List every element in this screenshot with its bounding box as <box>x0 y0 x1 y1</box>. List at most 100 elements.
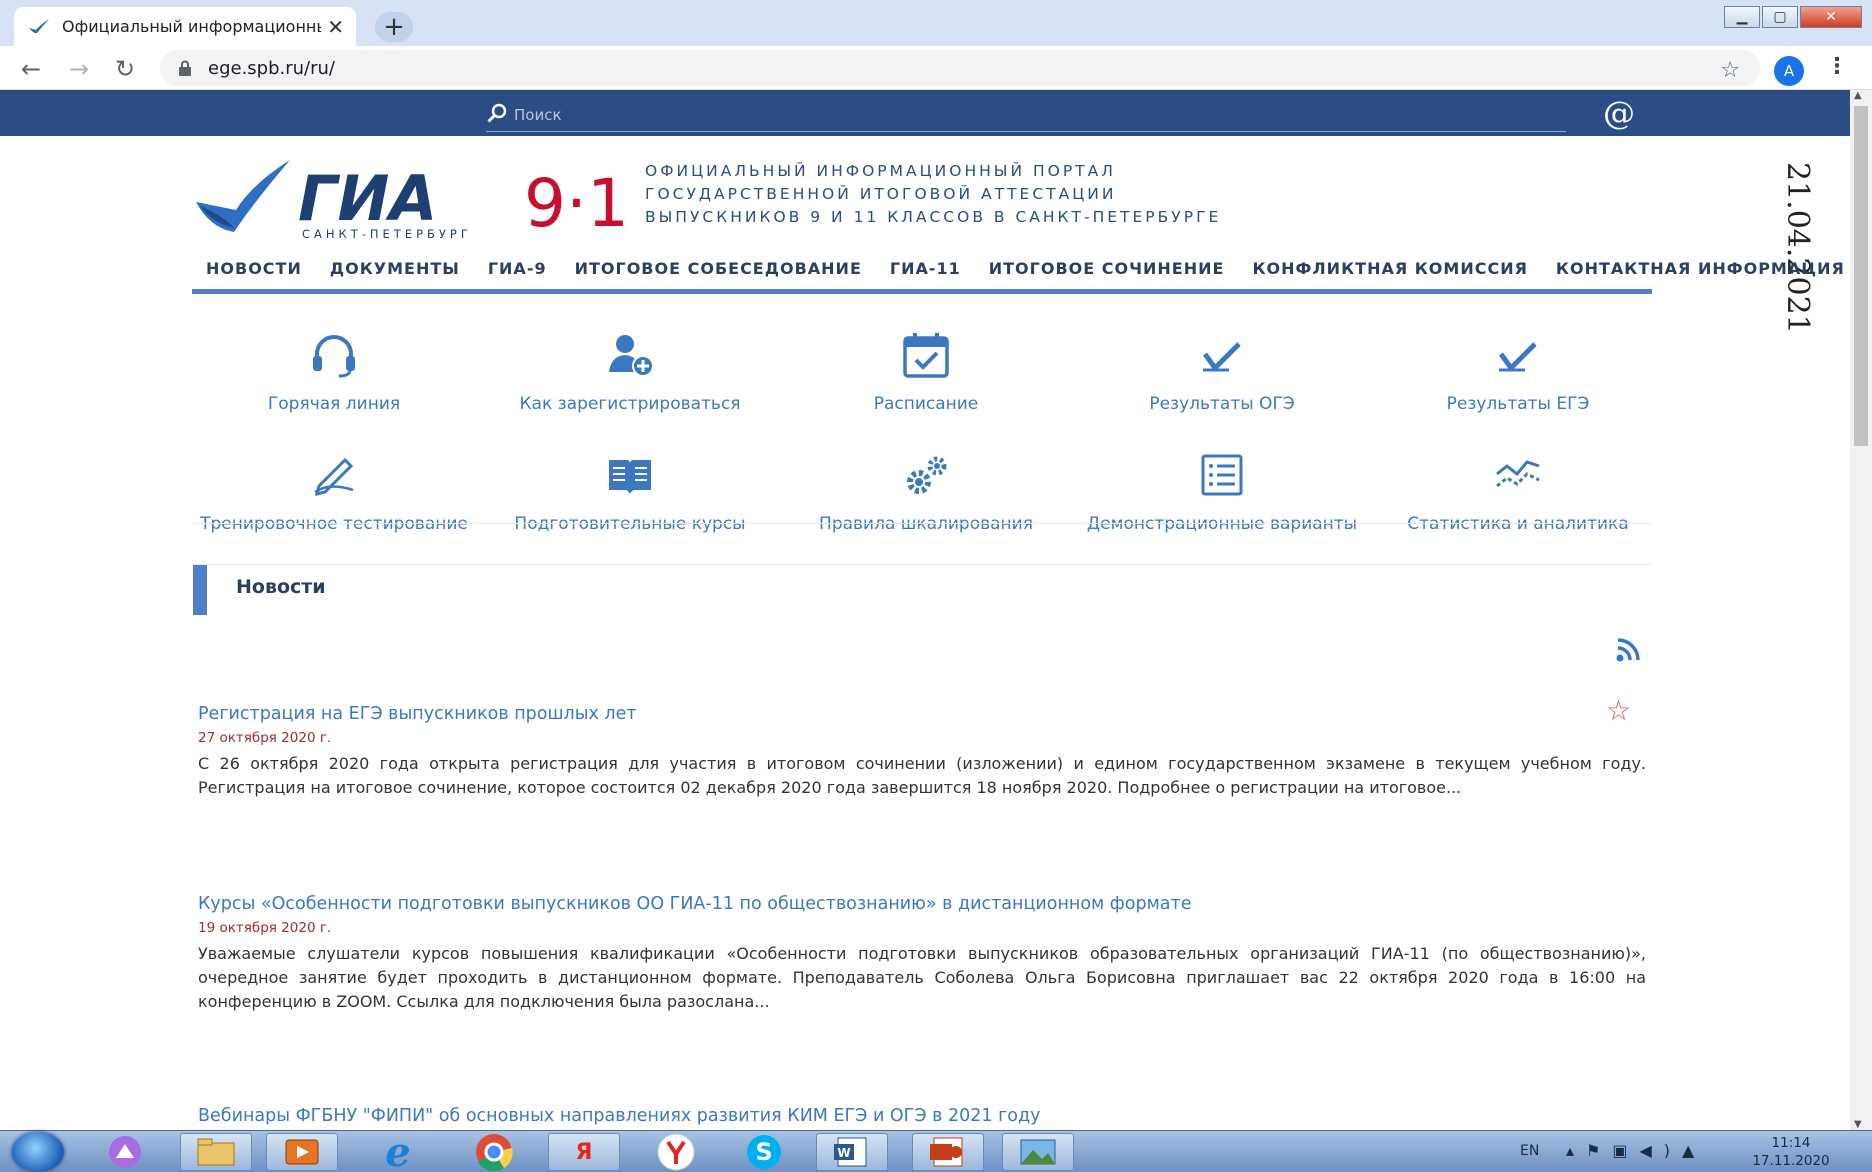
new-tab-button[interactable]: + <box>375 12 413 42</box>
chrome-icon[interactable] <box>458 1133 530 1172</box>
site-favicon-icon <box>26 14 52 40</box>
minimize-button[interactable]: ▁ <box>1724 6 1760 28</box>
news-heading-accent <box>193 564 207 615</box>
site-search <box>486 98 1566 132</box>
clock-time: 11:14 <box>1771 1135 1811 1151</box>
site-logo[interactable]: ГИА 9·11 САНКТ-ПЕТЕРБУРГ <box>194 154 671 244</box>
date-stamp: 21.04.2021 <box>1780 162 1815 334</box>
quick-link-hotline[interactable]: Горячая линия <box>186 330 482 414</box>
news-item: Курсы «Особенности подготовки выпускнико… <box>198 894 1646 1014</box>
quick-link-registration[interactable]: Как зарегистрироваться <box>482 330 778 414</box>
bookmark-star-icon[interactable]: ☆ <box>1720 58 1740 83</box>
word-icon[interactable]: W <box>816 1133 888 1171</box>
url-text: ege.spb.ru/ru/ <box>208 57 335 79</box>
quick-link-label: Подготовительные курсы <box>514 514 746 534</box>
page-viewport: @ ГИА 9·11 САНКТ-ПЕТЕРБУРГ ОФИЦИАЛЬНЫЙ И… <box>0 90 1850 1130</box>
news-title-link[interactable]: Курсы «Особенности подготовки выпускнико… <box>198 894 1646 914</box>
portal-title-line: ВЫПУСКНИКОВ 9 И 11 КЛАССОВ В САНКТ-ПЕТЕР… <box>645 208 1222 226</box>
checkmark-icon <box>1370 330 1666 380</box>
scroll-down-arrow-icon[interactable]: ▼ <box>1854 1119 1862 1130</box>
svg-text:S: S <box>755 1138 772 1166</box>
yandex-letter: Я <box>575 1139 593 1165</box>
scrollbar-thumb[interactable] <box>1854 106 1868 446</box>
quick-link-label: Тренировочное тестирование <box>200 514 468 534</box>
svg-text:W: W <box>837 1146 850 1160</box>
quick-link-oge-results[interactable]: Результаты ОГЭ <box>1074 330 1370 414</box>
system-tray-icons[interactable]: ▴⚑▣◀)▲ <box>1566 1141 1706 1160</box>
skype-icon[interactable]: S <box>728 1133 800 1171</box>
quick-link-ege-results[interactable]: Результаты ЕГЭ <box>1370 330 1666 414</box>
user-add-icon <box>482 330 778 380</box>
logo-main-text: ГИА <box>298 162 437 235</box>
logo-city-text: САНКТ-ПЕТЕРБУРГ <box>302 227 472 241</box>
windows-taskbar: e Я S W EN ▴⚑▣◀)▲ 11:14 17.11.2020 <box>0 1129 1872 1172</box>
quick-link-label: Как зарегистрироваться <box>519 394 741 414</box>
news-item: Регистрация на ЕГЭ выпускников прошлых л… <box>198 704 1646 800</box>
tab-close-icon[interactable]: ✕ <box>327 15 344 39</box>
divider <box>193 564 1651 565</box>
nav-gia-11[interactable]: ГИА-11 <box>876 254 975 289</box>
document-list-icon <box>1074 450 1370 500</box>
browser-tab-active[interactable]: Официальный информационны ✕ <box>14 7 356 46</box>
quick-link-prep-courses[interactable]: Подготовительные курсы <box>482 450 778 534</box>
internet-explorer-icon[interactable]: e <box>362 1129 434 1172</box>
clock[interactable]: 11:14 17.11.2020 <box>1746 1134 1836 1170</box>
news-title-link[interactable]: Регистрация на ЕГЭ выпускников прошлых л… <box>198 704 1646 724</box>
forward-button[interactable]: → <box>62 52 96 86</box>
nav-final-interview[interactable]: ИТОГОВОЕ СОБЕСЕДОВАНИЕ <box>561 254 876 289</box>
news-date: 19 октября 2020 г. <box>198 920 332 936</box>
portal-title-line: ОФИЦИАЛЬНЫЙ ИНФОРМАЦИОННЫЙ ПОРТАЛ <box>645 162 1116 180</box>
yandex-icon[interactable] <box>640 1133 712 1171</box>
email-at-icon[interactable]: @ <box>1603 94 1635 132</box>
search-icon[interactable] <box>486 102 508 128</box>
maximize-button[interactable]: ▢ <box>1762 6 1798 28</box>
open-book-icon <box>482 450 778 500</box>
alice-icon[interactable] <box>90 1133 160 1171</box>
page-scrollbar[interactable]: ▲ ▼ <box>1850 90 1872 1130</box>
back-button[interactable]: ← <box>14 52 48 86</box>
address-bar[interactable]: ege.spb.ru/ru/ ☆ <box>160 50 1760 86</box>
clock-date: 17.11.2020 <box>1752 1153 1830 1169</box>
window-close-button[interactable]: ✕ <box>1800 6 1862 28</box>
profile-avatar[interactable]: A <box>1774 56 1804 86</box>
nav-gia-9[interactable]: ГИА-9 <box>474 254 561 289</box>
browser-menu-icon[interactable]: ⋮ <box>1826 54 1848 79</box>
quick-link-scaling-rules[interactable]: Правила шкалирования <box>778 450 1074 534</box>
rss-icon[interactable] <box>1616 638 1644 666</box>
file-explorer-icon[interactable] <box>180 1133 252 1171</box>
image-viewer-icon[interactable] <box>1002 1133 1074 1171</box>
quick-link-label: Статистика и аналитика <box>1407 514 1629 534</box>
site-topbar: @ <box>0 90 1850 136</box>
quick-link-schedule[interactable]: Расписание <box>778 330 1074 414</box>
portal-title-line: ГОСУДАРСТВЕННОЙ ИТОГОВОЙ АТТЕСТАЦИИ <box>645 185 1117 203</box>
news-title-link[interactable]: Вебинары ФГБНУ "ФИПИ" об основных направ… <box>198 1106 1646 1126</box>
start-button[interactable] <box>12 1132 64 1172</box>
gears-icon <box>778 450 1074 500</box>
reload-button[interactable]: ↻ <box>108 52 142 86</box>
yandex-browser-icon[interactable]: Я <box>548 1133 620 1171</box>
browser-toolbar: ← → ↻ ege.spb.ru/ru/ ☆ <box>0 46 1872 90</box>
nav-conflict-commission[interactable]: КОНФЛИКТНАЯ КОМИССИЯ <box>1238 254 1541 289</box>
quick-link-demo-versions[interactable]: Демонстрационные варианты <box>1074 450 1370 534</box>
quick-link-label: Правила шкалирования <box>819 514 1033 534</box>
nav-documents[interactable]: ДОКУМЕНТЫ <box>316 254 474 289</box>
quick-link-label: Горячая линия <box>267 394 401 414</box>
chart-lines-icon <box>1370 450 1666 500</box>
quick-link-statistics[interactable]: Статистика и аналитика <box>1370 450 1666 534</box>
quick-link-label: Результаты ЕГЭ <box>1446 394 1590 414</box>
checkmark-icon <box>1074 330 1370 380</box>
quick-link-label: Результаты ОГЭ <box>1149 394 1295 414</box>
nav-contacts[interactable]: КОНТАКТНАЯ ИНФОРМАЦИЯ <box>1542 254 1850 289</box>
search-input[interactable] <box>514 105 1414 124</box>
scroll-up-arrow-icon[interactable]: ▲ <box>1854 90 1862 101</box>
favorite-star-icon[interactable]: ☆ <box>1606 694 1631 727</box>
news-item: Вебинары ФГБНУ "ФИПИ" об основных направ… <box>198 1106 1646 1126</box>
powerpoint-icon[interactable] <box>912 1133 984 1171</box>
language-indicator[interactable]: EN <box>1520 1143 1539 1159</box>
nav-final-essay[interactable]: ИТОГОВОЕ СОЧИНЕНИЕ <box>975 254 1239 289</box>
media-player-icon[interactable] <box>266 1133 338 1171</box>
quick-link-training-tests[interactable]: Тренировочное тестирование <box>186 450 482 534</box>
pen-icon <box>186 450 482 500</box>
nav-news[interactable]: НОВОСТИ <box>192 254 316 289</box>
calendar-check-icon <box>778 330 1074 380</box>
